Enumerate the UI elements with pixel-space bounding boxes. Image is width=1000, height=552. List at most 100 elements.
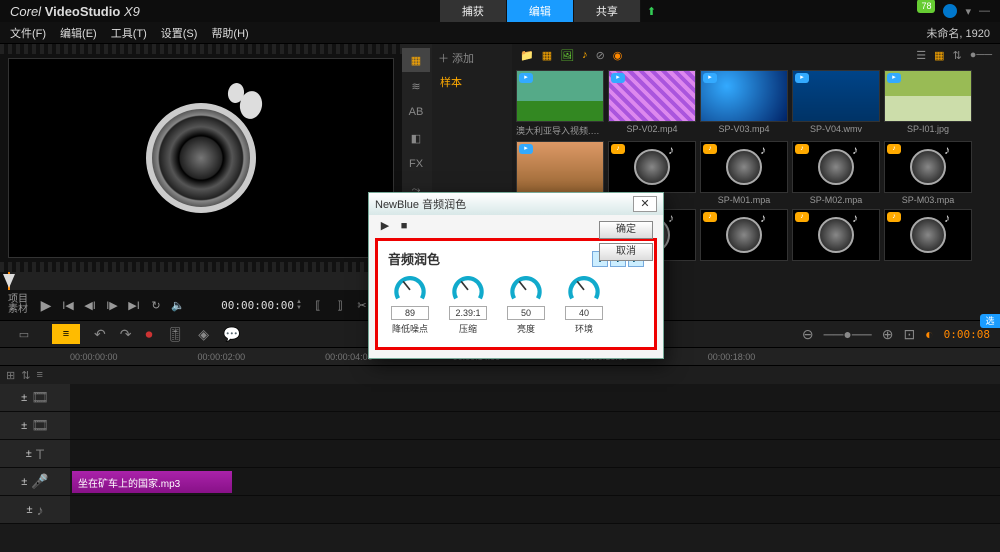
- mark-in-button[interactable]: ⟦: [308, 295, 328, 315]
- upload-icon[interactable]: ⬆: [647, 5, 656, 18]
- redo-button[interactable]: ↷: [120, 326, 132, 343]
- preview-canvas[interactable]: [8, 58, 394, 258]
- record-button[interactable]: ⏺: [145, 326, 152, 343]
- media-thumb[interactable]: ▸SP-V03.mp4: [700, 70, 788, 137]
- menu-file[interactable]: 文件(F): [10, 25, 46, 41]
- sidetab-filters[interactable]: FX: [402, 152, 430, 176]
- view-thumb-icon[interactable]: ▦: [934, 49, 944, 62]
- menu-edit[interactable]: 编辑(E): [60, 25, 97, 41]
- media-thumb[interactable]: ▸SP-V02.mp4: [608, 70, 696, 137]
- media-thumb[interactable]: ♪: [884, 209, 972, 263]
- zoom-out-button[interactable]: ⊖: [802, 326, 814, 343]
- select-pill[interactable]: 选: [980, 314, 1000, 328]
- media-thumb[interactable]: ▸澳大利亚导入视频.mp4: [516, 70, 604, 137]
- media-thumb[interactable]: ▸SP-I01.jpg: [884, 70, 972, 137]
- prev-frame-button[interactable]: ◀I: [80, 295, 100, 315]
- sidetab-transitions[interactable]: ≋: [402, 74, 430, 98]
- menu-help[interactable]: 帮助(H): [211, 25, 248, 41]
- knob-value-0[interactable]: 89: [391, 306, 429, 320]
- mode-clip[interactable]: 素材: [8, 305, 28, 315]
- dialog-play-button[interactable]: ▶: [377, 219, 393, 232]
- mixer-button[interactable]: 🎚: [166, 326, 184, 343]
- track-enable-5[interactable]: ±: [26, 504, 32, 516]
- filter-audio-icon[interactable]: ♪: [582, 49, 588, 61]
- media-thumb[interactable]: ▸SP-V04.wmv: [792, 70, 880, 137]
- tab-capture[interactable]: 捕获: [440, 0, 507, 22]
- next-frame-button[interactable]: I▶: [102, 295, 122, 315]
- menu-tools[interactable]: 工具(T): [111, 25, 147, 41]
- loop-button[interactable]: ↻: [146, 295, 166, 315]
- thumb-badge-icon: ▸: [519, 73, 533, 83]
- fit-button[interactable]: ⊡: [903, 326, 915, 343]
- goto-start-button[interactable]: I◀: [58, 295, 78, 315]
- track-title[interactable]: [70, 440, 1000, 467]
- tab-edit[interactable]: 编辑: [507, 0, 574, 22]
- filter-unused-icon[interactable]: ⊘: [596, 49, 605, 62]
- filter-video-icon[interactable]: ▦: [542, 49, 552, 62]
- track-enable-1[interactable]: ±: [21, 392, 27, 404]
- tracks-collapse-icon[interactable]: ⇅: [21, 369, 30, 382]
- sidetab-graphics[interactable]: ◧: [402, 126, 430, 150]
- cancel-button[interactable]: 取消: [599, 243, 653, 261]
- title-chevron-icon[interactable]: ▾: [965, 5, 971, 18]
- filter-disc-icon[interactable]: ◉: [613, 49, 623, 62]
- zoom-in-button[interactable]: ⊕: [882, 326, 894, 343]
- ok-button[interactable]: 确定: [599, 221, 653, 239]
- timeline-timecode: 0:00:08: [944, 328, 990, 341]
- knob-2[interactable]: [509, 274, 543, 304]
- scrub-bar[interactable]: [8, 272, 394, 290]
- undo-button[interactable]: ↶: [94, 326, 106, 343]
- mark-out-button[interactable]: ⟧: [330, 295, 350, 315]
- zoom-slider-tl[interactable]: ──●──: [824, 326, 872, 342]
- goto-end-button[interactable]: ▶I: [124, 295, 144, 315]
- sort-icon[interactable]: ⇅: [953, 49, 962, 62]
- tc-down[interactable]: ▼: [296, 305, 306, 311]
- knob-1[interactable]: [451, 274, 485, 304]
- tracks-toggle-icon[interactable]: ⊞: [6, 369, 15, 382]
- track-enable-4[interactable]: ±: [21, 476, 27, 488]
- sidetab-titles[interactable]: AB: [402, 100, 430, 124]
- minimize-icon[interactable]: —: [979, 5, 990, 17]
- knob-label: 亮度: [517, 322, 535, 335]
- tracks-link-icon[interactable]: ≡: [36, 369, 42, 381]
- media-thumb[interactable]: ♪SP-M01.mpa: [700, 141, 788, 205]
- knob-label: 环境: [575, 322, 593, 335]
- menu-settings[interactable]: 设置(S): [161, 25, 198, 41]
- filter-image-icon[interactable]: 🖼: [560, 49, 574, 62]
- dialog-section-title: 音频润色: [388, 249, 440, 268]
- knob-value-3[interactable]: 40: [565, 306, 603, 320]
- mode-timeline[interactable]: ≡: [52, 324, 80, 344]
- dialog-close-button[interactable]: ✕: [633, 196, 657, 212]
- mute-button[interactable]: 🔈: [168, 295, 188, 315]
- subtitle-button[interactable]: 💬: [223, 326, 240, 343]
- knob-value-1[interactable]: 2.39:1: [449, 306, 487, 320]
- media-thumb[interactable]: ♪SP-M03.mpa: [884, 141, 972, 205]
- score-badge: 78: [917, 0, 935, 13]
- media-thumb[interactable]: ♪: [792, 209, 880, 263]
- track-video-1[interactable]: [70, 384, 1000, 411]
- tab-share[interactable]: 共享: [574, 0, 641, 22]
- view-list-icon[interactable]: ☰: [916, 49, 926, 62]
- knob-0[interactable]: [393, 274, 427, 304]
- track-overlay-1[interactable]: [70, 412, 1000, 439]
- knob-value-2[interactable]: 50: [507, 306, 545, 320]
- title-icon-1[interactable]: [943, 4, 957, 18]
- zoom-slider[interactable]: ●──: [970, 49, 992, 61]
- add-folder-button[interactable]: ＋ 添加: [438, 50, 506, 66]
- dialog-stop-button[interactable]: ■: [396, 220, 412, 232]
- chapter-button[interactable]: ◈: [198, 326, 209, 343]
- folder-sample[interactable]: 样本: [438, 72, 506, 92]
- track-enable-2[interactable]: ±: [21, 420, 27, 432]
- audio-clip[interactable]: 坐在矿车上的国家.mp3: [72, 471, 232, 493]
- play-button[interactable]: ▶: [36, 295, 56, 315]
- media-thumb[interactable]: ♪SP-M02.mpa: [792, 141, 880, 205]
- mode-storyboard[interactable]: ▭: [10, 324, 38, 344]
- media-thumb[interactable]: ♪: [700, 209, 788, 263]
- track-voice[interactable]: 坐在矿车上的国家.mp3: [70, 468, 1000, 495]
- scrub-handle[interactable]: [3, 274, 15, 288]
- track-enable-3[interactable]: ±: [26, 448, 32, 460]
- browser-folder-icon[interactable]: 📁: [520, 49, 534, 62]
- knob-3[interactable]: [567, 274, 601, 304]
- track-music[interactable]: [70, 496, 1000, 523]
- sidetab-media[interactable]: ▦: [402, 48, 430, 72]
